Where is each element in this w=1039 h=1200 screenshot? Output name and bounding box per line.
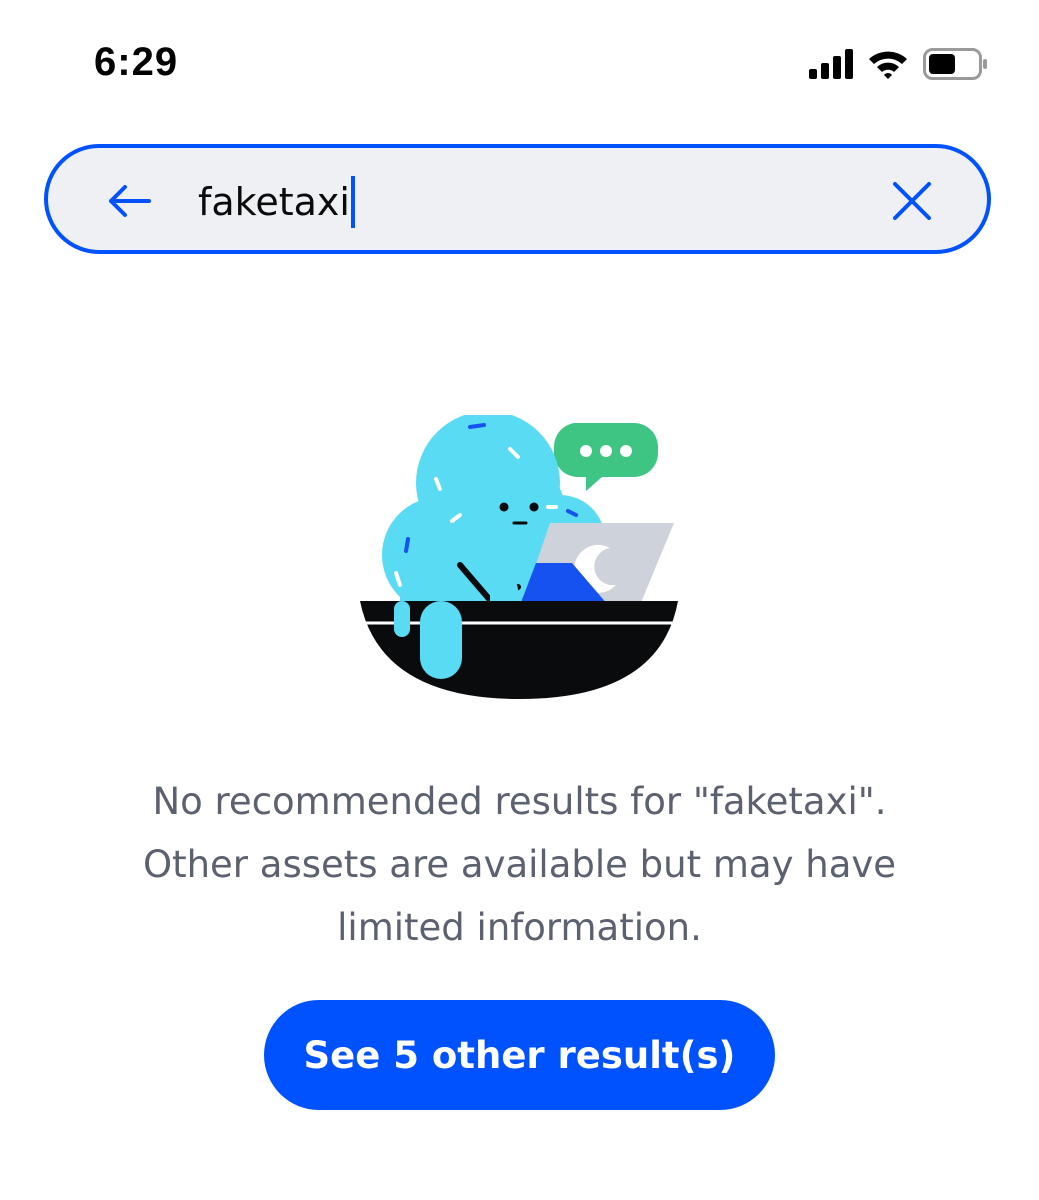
text-caret xyxy=(350,176,355,228)
search-input-value: faketaxi xyxy=(198,180,350,224)
speech-bubble-icon xyxy=(553,423,658,491)
status-bar: 6:29 xyxy=(0,0,1039,120)
no-results-message: No recommended results for "faketaxi". O… xyxy=(60,770,979,959)
back-button[interactable] xyxy=(104,178,154,228)
search-bar: faketaxi xyxy=(44,144,991,254)
message-line-2: Other assets are available but may have xyxy=(142,843,897,886)
message-line-1: No recommended results for "faketaxi". xyxy=(152,780,887,823)
wifi-icon xyxy=(867,48,909,85)
arrow-left-icon xyxy=(107,184,151,223)
see-other-results-button[interactable]: See 5 other result(s) xyxy=(264,1000,775,1110)
empty-results-illustration xyxy=(340,411,700,715)
close-icon xyxy=(892,181,932,226)
search-input[interactable]: faketaxi xyxy=(198,174,858,230)
status-icons xyxy=(809,47,989,85)
status-time: 6:29 xyxy=(94,40,179,84)
message-line-3: limited information. xyxy=(337,906,702,949)
clear-search-button[interactable] xyxy=(887,178,937,228)
cellular-signal-icon xyxy=(809,48,853,84)
battery-icon xyxy=(923,47,989,85)
